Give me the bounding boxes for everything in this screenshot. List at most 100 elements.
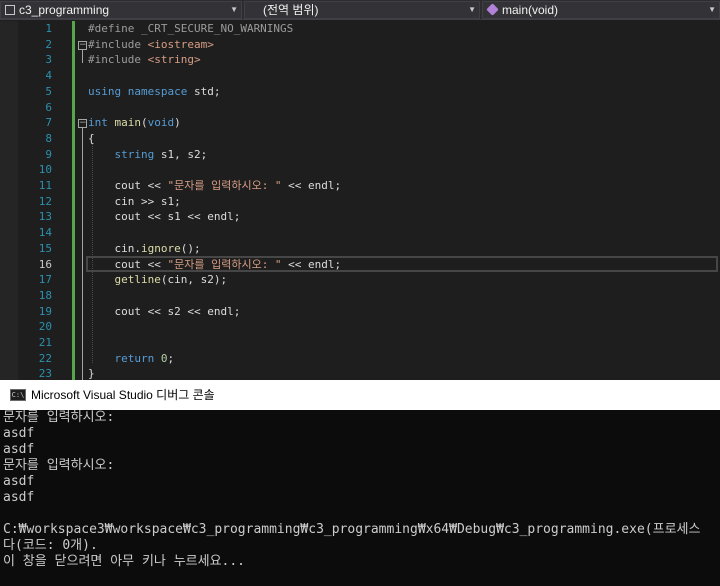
collapse-icon[interactable]: − <box>78 119 87 129</box>
code-text: { <box>88 131 95 147</box>
code-token: return <box>114 351 155 365</box>
code-line[interactable]: 6 <box>0 100 720 116</box>
code-token: namespace <box>127 84 188 98</box>
code-token: (); <box>180 241 201 255</box>
code-text: using namespace std; <box>88 84 220 100</box>
code-line[interactable]: 19 cout << s2 << endl; <box>0 304 720 320</box>
line-number: 4 <box>45 69 52 83</box>
project-dropdown[interactable]: c3_programming ▼ <box>0 1 242 19</box>
console-line: 다(코드: 0개). <box>3 538 98 553</box>
code-text: cout << s1 << endl; <box>88 209 240 225</box>
code-line[interactable]: 21 <box>0 335 720 351</box>
code-token: } <box>88 367 95 380</box>
code-line[interactable]: 2 − #include <iostream> <box>0 37 720 53</box>
line-number: 11 <box>38 179 52 192</box>
code-token: "문자를 입력하시오: " <box>167 257 282 271</box>
code-line[interactable]: 8{ <box>0 131 720 147</box>
code-token: #include <box>88 37 148 51</box>
code-line[interactable]: 9 string s1, s2; <box>0 147 720 163</box>
code-token: getline <box>114 273 161 287</box>
code-line[interactable]: 5 using namespace std; <box>0 84 720 100</box>
code-line[interactable]: 3 #include <string> <box>0 52 720 68</box>
code-text: cout << "문자를 입력하시오: " << endl; <box>88 178 341 194</box>
code-text: int main(void) <box>88 115 181 131</box>
line-number: 21 <box>38 336 52 349</box>
code-line[interactable]: 17 getline(cin, s2); <box>0 272 720 288</box>
console-title-bar: C:\ Microsoft Visual Studio 디버그 콘솔 <box>0 380 720 410</box>
navigation-bar: c3_programming ▼ (전역 범위) ▼ main(void) ▼ <box>0 0 720 20</box>
code-token: ) <box>174 116 181 130</box>
line-number: 12 <box>38 194 52 208</box>
code-line[interactable]: 15 cin.ignore(); <box>0 241 720 257</box>
line-number: 23 <box>38 367 52 380</box>
code-token: string <box>114 147 155 161</box>
code-token: ignore <box>140 241 181 255</box>
code-token: #define _CRT_SECURE_NO_WARNINGS <box>88 22 294 35</box>
code-line[interactable]: 11 cout << "문자를 입력하시오: " << endl; <box>0 178 720 194</box>
code-token: cout << <box>88 179 168 192</box>
code-token: <iostream> <box>147 37 214 51</box>
code-line[interactable]: 20 <box>0 319 720 335</box>
code-token: cin >> s1; <box>88 194 181 208</box>
code-line[interactable]: 7 − int main(void) <box>0 115 720 131</box>
collapse-icon[interactable]: − <box>78 40 87 50</box>
code-line[interactable]: 23} <box>0 366 720 380</box>
code-line[interactable]: 16 cout << "문자를 입력하시오: " << endl; <box>0 257 720 273</box>
line-number: 8 <box>45 131 52 145</box>
line-number: 6 <box>45 100 52 114</box>
console-line: asdf <box>3 474 35 489</box>
line-number: 19 <box>38 304 52 318</box>
code-token: "문자를 입력하시오: " <box>167 179 282 192</box>
line-number: 17 <box>38 273 52 287</box>
code-token: << endl; <box>281 257 342 271</box>
code-text: return 0; <box>88 351 175 367</box>
console-line: 문자를 입력하시오: <box>3 458 115 473</box>
code-text: cin >> s1; <box>88 194 181 210</box>
code-token: cin. <box>88 241 141 255</box>
line-number: 10 <box>38 163 52 177</box>
line-number: 5 <box>45 84 52 98</box>
code-token: (cin, s2); <box>160 273 228 287</box>
code-text: #include <iostream> <box>88 37 214 53</box>
console-icon: C:\ <box>10 389 26 401</box>
line-number: 3 <box>45 53 52 67</box>
line-number: 14 <box>38 226 52 240</box>
line-number: 1 <box>45 22 52 35</box>
code-text: cout << s2 << endl; <box>88 304 240 320</box>
console-output[interactable]: 문자를 입력하시오: asdf asdf 문자를 입력하시오: asdf asdf C:₩w… <box>3 410 720 586</box>
code-line[interactable]: 1 #define _CRT_SECURE_NO_WARNINGS <box>0 21 720 37</box>
code-token: cout << s2 << endl; <box>88 304 241 318</box>
code-token: int <box>88 116 108 130</box>
line-number: 20 <box>38 320 52 334</box>
code-line[interactable]: 18 <box>0 288 720 304</box>
code-line[interactable]: 4 <box>0 68 720 84</box>
code-line[interactable]: 13 cout << s1 << endl; <box>0 209 720 225</box>
scope-dropdown[interactable]: (전역 범위) ▼ <box>244 1 480 19</box>
scope-label: (전역 범위) <box>263 3 319 17</box>
code-editor[interactable]: 1 #define _CRT_SECURE_NO_WARNINGS 2− #inclu… <box>0 21 720 380</box>
code-line[interactable]: 22 return 0; <box>0 351 720 367</box>
code-token: main <box>114 116 142 130</box>
line-number: 22 <box>38 351 52 365</box>
code-text: getline(cin, s2); <box>88 272 228 288</box>
code-text: #define _CRT_SECURE_NO_WARNINGS <box>88 21 293 37</box>
console-line: 이 창을 닫으려면 아무 키나 누르세요... <box>3 554 246 569</box>
code-token: cout << <box>88 257 168 271</box>
chevron-down-icon: ▼ <box>230 5 238 14</box>
code-line[interactable]: 10 <box>0 162 720 178</box>
code-token: using <box>88 84 122 98</box>
debug-console-window[interactable]: C:\ Microsoft Visual Studio 디버그 콘솔 문자를 입… <box>0 380 720 586</box>
code-text: string s1, s2; <box>88 147 208 163</box>
function-icon <box>486 3 499 16</box>
console-line: C:₩workspace3₩workspace₩c3_programming₩c… <box>3 522 701 537</box>
code-line[interactable]: 14 <box>0 225 720 241</box>
code-line[interactable]: 12 cin >> s1; <box>0 194 720 210</box>
member-dropdown[interactable]: main(void) ▼ <box>482 1 720 19</box>
code-text: #include <string> <box>88 52 201 68</box>
line-number: 2 <box>45 37 52 51</box>
